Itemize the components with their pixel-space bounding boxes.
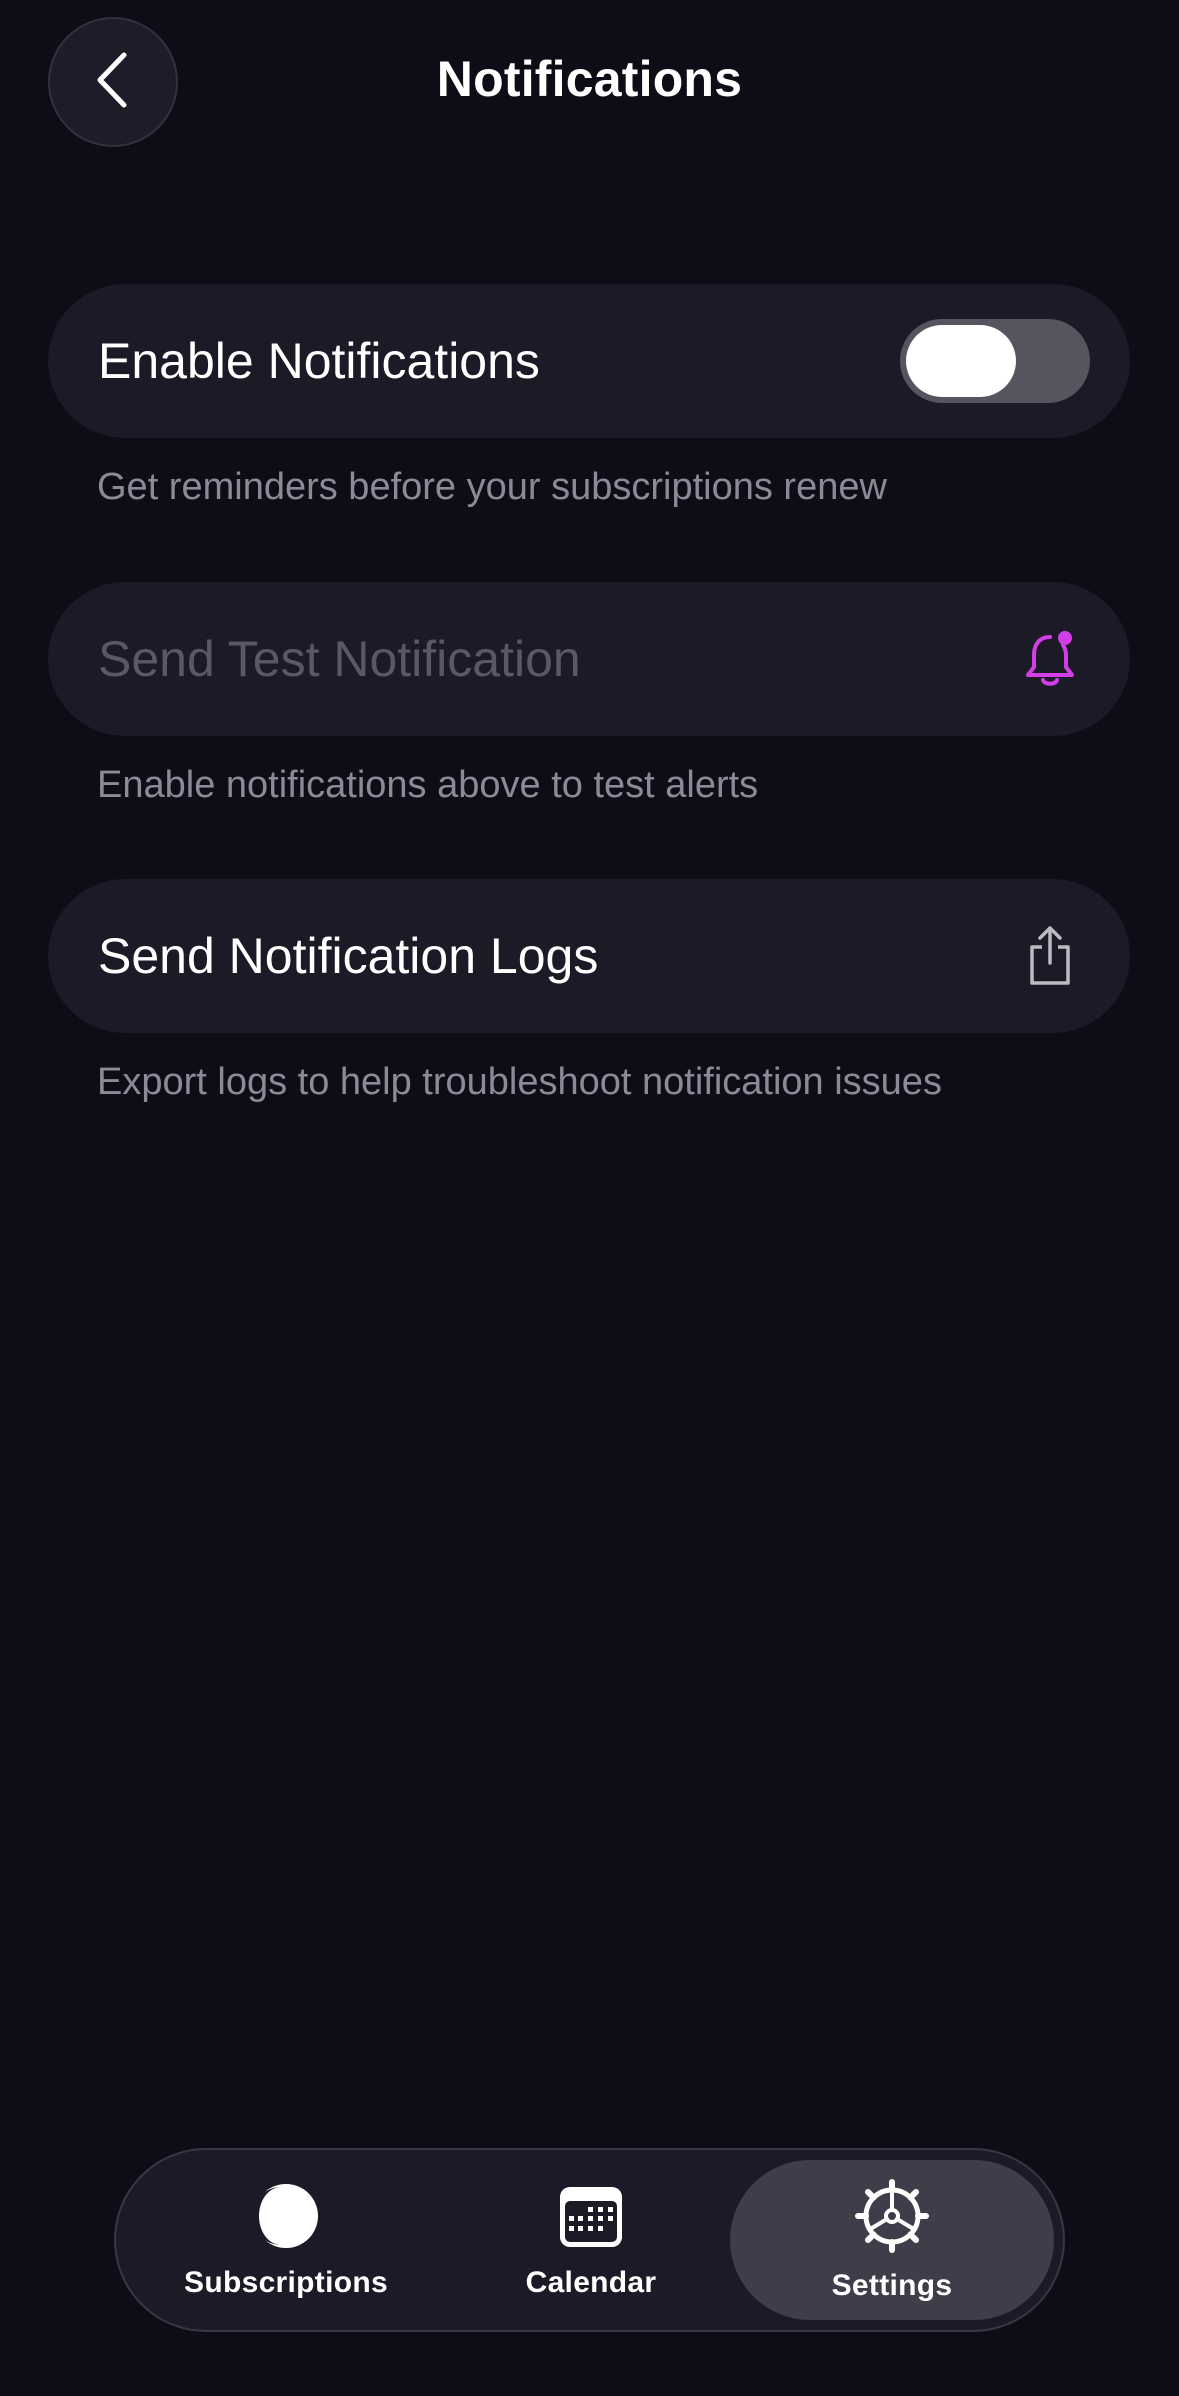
enable-notifications-toggle[interactable] bbox=[900, 319, 1090, 403]
toggle-knob bbox=[906, 325, 1016, 397]
tab-label-subscriptions: Subscriptions bbox=[184, 2265, 388, 2299]
calendar-icon bbox=[556, 2181, 626, 2256]
tab-label-calendar: Calendar bbox=[525, 2265, 657, 2299]
enable-notifications-caption: Get reminders before your subscriptions … bbox=[97, 466, 887, 508]
send-notification-logs-button[interactable]: Send Notification Logs bbox=[48, 879, 1130, 1033]
enable-notifications-row: Enable Notifications bbox=[48, 284, 1130, 438]
tab-label-settings: Settings bbox=[831, 2268, 953, 2302]
tab-subscriptions[interactable]: Subscriptions bbox=[146, 2160, 426, 2320]
tab-bar: Subscriptions Calendar Settings bbox=[114, 2148, 1065, 2332]
send-notification-logs-caption: Export logs to help troubleshoot notific… bbox=[97, 1061, 942, 1103]
bell-icon bbox=[1020, 629, 1080, 689]
share-icon bbox=[1020, 926, 1080, 986]
tab-calendar[interactable]: Calendar bbox=[456, 2160, 726, 2320]
send-notification-logs-label: Send Notification Logs bbox=[98, 928, 599, 984]
send-test-notification-caption: Enable notifications above to test alert… bbox=[97, 764, 759, 806]
page-title: Notifications bbox=[436, 51, 743, 107]
moon-icon bbox=[251, 2181, 321, 2256]
enable-notifications-label: Enable Notifications bbox=[98, 333, 540, 389]
tab-settings[interactable]: Settings bbox=[730, 2160, 1054, 2320]
gear-icon bbox=[854, 2178, 930, 2259]
send-test-notification-label: Send Test Notification bbox=[98, 631, 581, 687]
send-test-notification-button[interactable]: Send Test Notification bbox=[48, 582, 1130, 736]
